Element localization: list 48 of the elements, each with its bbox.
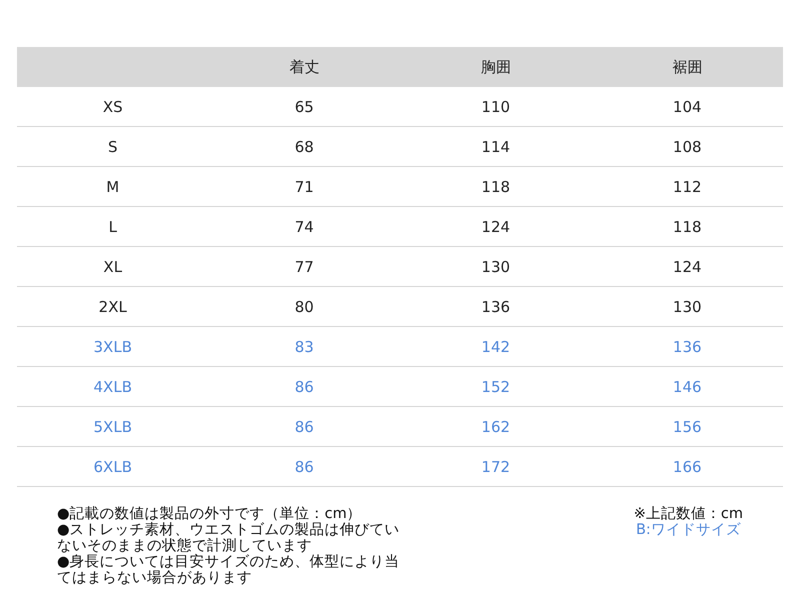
table-cell: 5XLB bbox=[17, 406, 208, 446]
table-cell: 86 bbox=[208, 406, 400, 446]
table-cell: 118 bbox=[592, 206, 783, 246]
table-cell: 65 bbox=[208, 87, 400, 126]
table-cell: M bbox=[17, 166, 208, 206]
table-cell: XS bbox=[17, 87, 208, 126]
table-cell: 83 bbox=[208, 326, 400, 366]
table-cell: 3XLB bbox=[17, 326, 208, 366]
table-cell: 110 bbox=[400, 87, 592, 126]
table-cell: 104 bbox=[592, 87, 783, 126]
table-cell: 68 bbox=[208, 126, 400, 166]
unit-note: ※上記数値：cm bbox=[634, 506, 743, 522]
table-cell: 124 bbox=[592, 246, 783, 286]
table-cell: 166 bbox=[592, 446, 783, 486]
table-cell: 162 bbox=[400, 406, 592, 446]
table-cell: 152 bbox=[400, 366, 592, 406]
table-cell: 71 bbox=[208, 166, 400, 206]
table-cell: 86 bbox=[208, 366, 400, 406]
column-header: 裾囲 bbox=[672, 58, 702, 76]
table-cell: 124 bbox=[400, 206, 592, 246]
table-cell: 4XLB bbox=[17, 366, 208, 406]
note-text: ●ストレッチ素材、ウエストゴムの製品は伸びていないそのままの状態で計測しています bbox=[57, 522, 401, 554]
table-cell: 108 bbox=[592, 126, 783, 166]
table-cell: 2XL bbox=[17, 286, 208, 326]
table-cell: S bbox=[17, 126, 208, 166]
table-cell: 146 bbox=[592, 366, 783, 406]
table-cell: 130 bbox=[400, 246, 592, 286]
legend-text: B:ワイドサイズ bbox=[634, 522, 742, 538]
table-cell: 77 bbox=[208, 246, 400, 286]
table-cell: L bbox=[17, 206, 208, 246]
note-text: ●記載の数値は製品の外寸です（単位：cm） bbox=[57, 506, 363, 522]
table-cell: 172 bbox=[400, 446, 592, 486]
table-cell: 80 bbox=[208, 286, 400, 326]
table-cell: 156 bbox=[592, 406, 783, 446]
table-cell: 118 bbox=[400, 166, 592, 206]
table-cell: 130 bbox=[592, 286, 783, 326]
note-text: ●身長については目安サイズのため、体型により当てはまらない場合があります bbox=[57, 554, 401, 586]
table-cell: 74 bbox=[208, 206, 400, 246]
table-cell: XL bbox=[17, 246, 208, 286]
table-cell: 112 bbox=[592, 166, 783, 206]
table-cell: 136 bbox=[592, 326, 783, 366]
column-header: 胸囲 bbox=[480, 58, 511, 76]
table-cell: 6XLB bbox=[17, 446, 208, 486]
table-cell: 136 bbox=[400, 286, 592, 326]
column-header: 着丈 bbox=[289, 58, 320, 76]
table-cell: 114 bbox=[400, 126, 592, 166]
table-cell: 142 bbox=[400, 326, 592, 366]
table-cell: 86 bbox=[208, 446, 400, 486]
